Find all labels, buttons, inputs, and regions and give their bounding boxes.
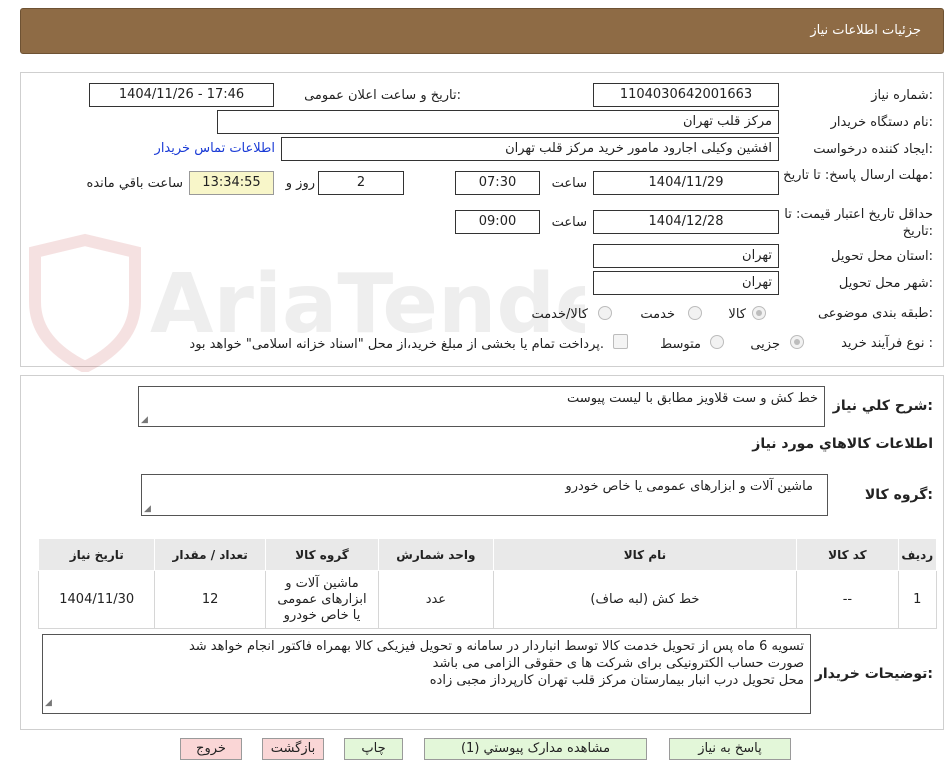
goods-group-label: گروه کالا: <box>864 487 933 503</box>
cell-date: 1404/11/30 <box>37 570 156 629</box>
category-goods-service-radio[interactable] <box>598 306 612 320</box>
description-text: خط کش و ست قلاویز مطابق با لیست پیوست <box>567 391 818 406</box>
page-header: جزئیات اطلاعات نیاز <box>20 8 944 54</box>
goods-group-text: ماشین آلات و ابزارهای عمومی یا خاص خودرو <box>565 479 813 494</box>
cell-unit: عدد <box>378 570 494 629</box>
goods-table: رديف کد کالا نام کالا واحد شمارش گروه کا… <box>37 538 938 629</box>
cell-group: ماشین آلات و ابزارهای عمومی یا خاص خودرو <box>264 570 380 629</box>
send-deadline-label: مهلت ارسال پاسخ: تا تاریخ: <box>783 168 933 183</box>
table-header-row: رديف کد کالا نام کالا واحد شمارش گروه کا… <box>37 538 938 571</box>
cell-name: خط کش (لبه صاف) <box>492 570 798 629</box>
creator-field: افشین وکیلی اجارود مامور خرید مرکز قلب ت… <box>281 137 779 161</box>
goods-group-textarea[interactable]: ماشین آلات و ابزارهای عمومی یا خاص خودرو… <box>141 474 828 516</box>
col-code: کد کالا <box>796 538 899 571</box>
cell-code: -- <box>796 570 899 629</box>
announce-field: 1404/11/26 - 17:46 <box>89 83 274 107</box>
province-field: تهران <box>593 244 779 268</box>
reply-button[interactable]: پاسخ به نیاز <box>669 738 791 760</box>
buyer-note-line: صورت حساب الکترونیکی برای شرکت ها ی حقوق… <box>432 656 804 671</box>
validity-time-label: ساعت <box>551 215 587 230</box>
cell-row: 1 <box>897 570 938 629</box>
city-label: شهر محل تحویل: <box>838 276 933 291</box>
days-label: روز و <box>285 176 315 191</box>
col-qty: تعداد / مقدار <box>154 538 266 571</box>
print-button[interactable]: چاپ <box>344 738 403 760</box>
remaining-label: ساعت باقي مانده <box>86 176 183 191</box>
validity-time-field: 09:00 <box>455 210 540 234</box>
process-medium-radio[interactable] <box>710 335 724 349</box>
description-textarea[interactable]: خط کش و ست قلاویز مطابق با لیست پیوست ◢ <box>138 386 825 427</box>
buyer-notes-textarea[interactable]: تسویه 6 ماه پس از تحویل خدمت کالا توسط ا… <box>42 634 811 714</box>
process-partial-radio[interactable] <box>790 335 804 349</box>
category-goods-label: کالا <box>728 307 746 322</box>
category-service-label: خدمت <box>640 307 675 322</box>
contact-buyer-link[interactable]: اطلاعات تماس خریدار <box>155 141 275 156</box>
category-service-radio[interactable] <box>688 306 702 320</box>
category-goods-service-label: کالا/خدمت <box>531 307 588 322</box>
send-time-field: 07:30 <box>455 171 540 195</box>
buyer-note-line: محل تحویل درب انبار بیمارستان مرکز قلب ت… <box>429 673 804 688</box>
buyer-org-field: مرکز قلب تهران <box>217 110 779 134</box>
exit-button[interactable]: خروج <box>180 738 242 760</box>
need-number-field: 1104030642001663 <box>593 83 779 107</box>
process-partial-label: جزیی <box>750 337 780 352</box>
buyer-notes-label: توضیحات خریدار: <box>814 666 933 682</box>
attachments-button[interactable]: مشاهده مدارک پیوستي (1) <box>424 738 647 760</box>
need-number-label: شماره نیاز: <box>871 88 933 103</box>
page-title: جزئیات اطلاعات نیاز <box>810 23 921 38</box>
process-medium-label: متوسط <box>660 337 701 352</box>
send-date-field: 1404/11/29 <box>593 171 779 195</box>
validity-label: حداقل تاریخ اعتبار قیمت: تا تاریخ: <box>784 207 933 239</box>
col-name: نام کالا <box>492 538 798 571</box>
resize-grip-icon: ◢ <box>144 504 151 514</box>
resize-grip-icon: ◢ <box>45 698 52 708</box>
col-row: رديف <box>897 538 938 571</box>
category-goods-radio[interactable] <box>752 306 766 320</box>
treasury-note: پرداخت تمام یا بخشی از مبلغ خرید،از محل … <box>189 337 604 352</box>
province-label: استان محل تحویل: <box>831 249 933 264</box>
col-group: گروه کالا <box>264 538 380 571</box>
remaining-time-field: 13:34:55 <box>189 171 274 195</box>
send-time-label: ساعت <box>551 176 587 191</box>
treasury-checkbox[interactable] <box>613 334 628 349</box>
buyer-note-line: تسویه 6 ماه پس از تحویل خدمت کالا توسط ا… <box>188 639 804 654</box>
days-field: 2 <box>318 171 404 195</box>
city-field: تهران <box>593 271 779 295</box>
col-unit: واحد شمارش <box>378 538 494 571</box>
goods-section-title: اطلاعات كالاهاي مورد نياز <box>752 436 933 452</box>
col-date: تاريخ نياز <box>37 538 156 571</box>
cell-qty: 12 <box>154 570 266 629</box>
description-label: شرح كلي نياز: <box>832 398 933 414</box>
resize-grip-icon: ◢ <box>141 415 148 425</box>
back-button[interactable]: بازگشت <box>262 738 324 760</box>
creator-label: ایجاد کننده درخواست: <box>813 142 933 157</box>
table-row: 1 -- خط کش (لبه صاف) عدد ماشین آلات و اب… <box>37 570 938 629</box>
buyer-org-label: نام دستگاه خریدار: <box>830 115 933 130</box>
validity-date-field: 1404/12/28 <box>593 210 779 234</box>
process-label: نوع فرآیند خرید : <box>841 336 933 351</box>
category-label: طبقه بندی موضوعی: <box>817 306 933 321</box>
announce-label: تاریخ و ساعت اعلان عمومی: <box>304 88 461 103</box>
